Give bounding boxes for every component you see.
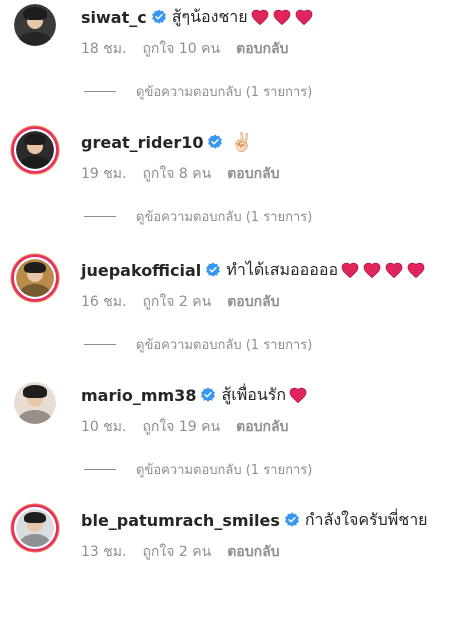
username-link[interactable]: great_rider10 [81,133,203,152]
comment-meta: 10 ชม. ถูกใจ 19 คน ตอบกลับ [81,416,304,438]
hearts-group [289,387,311,403]
hearts-group [341,262,429,278]
comment-item: juepakofficial ทำได้เสมอออออ 16 ชม. ถูกใ… [0,253,466,379]
comment-meta: 19 ชม. ถูกใจ 8 คน ตอบกลับ [81,163,296,185]
view-replies-label: ดูข้อความตอบกลับ (1 รายการ) [136,338,313,353]
red-heart-icon [273,9,291,25]
comment-likes[interactable]: ถูกใจ 2 คน [142,291,211,313]
reply-button[interactable]: ตอบกลับ [227,541,279,563]
reply-button[interactable]: ตอบกลับ [227,163,279,185]
comment-line: great_rider10 ✌🏻 [81,131,253,153]
divider [84,469,116,470]
comment-item: mario_mm38 สู้เพื่อนรัก 10 ชม. ถูกใจ 19 … [0,378,466,504]
verified-badge-icon [284,512,299,527]
comment-text: ทำได้เสมอออออ [226,259,339,279]
comment-item: ble_patumrach_smiles กำลังใจครับพี่ชาย 1… [0,503,466,629]
comment-text: สู้เพื่อนรัก [221,384,287,404]
comment-line: ble_patumrach_smiles กำลังใจครับพี่ชาย [81,509,428,531]
comment-likes[interactable]: ถูกใจ 10 คน [142,38,220,60]
view-replies-button[interactable]: ดูข้อความตอบกลับ (1 รายการ) [84,206,312,227]
red-heart-icon [363,262,381,278]
username-link[interactable]: ble_patumrach_smiles [81,511,280,530]
verified-badge-icon [201,387,216,402]
view-replies-button[interactable]: ดูข้อความตอบกลับ (1 รายการ) [84,81,312,102]
avatar[interactable] [14,4,56,46]
hearts-group [251,9,317,25]
avatar[interactable] [14,382,56,424]
reply-button[interactable]: ตอบกลับ [227,291,279,313]
view-replies-button[interactable]: ดูข้อความตอบกลับ (1 รายการ) [84,459,312,480]
view-replies-label: ดูข้อความตอบกลับ (1 รายการ) [136,463,313,478]
username-link[interactable]: juepakofficial [81,261,201,280]
comment-time: 19 ชม. [81,166,127,182]
view-replies-label: ดูข้อความตอบกลับ (1 รายการ) [136,85,313,100]
divider [84,216,116,217]
comment-likes[interactable]: ถูกใจ 8 คน [142,163,211,185]
comment-line: siwat_c สู้ๆน้องชาย [81,6,317,28]
verified-badge-icon [151,9,166,24]
divider [84,344,116,345]
comment-time: 18 ชม. [81,41,127,57]
username-link[interactable]: siwat_c [81,8,147,27]
comment-likes[interactable]: ถูกใจ 19 คน [142,416,220,438]
avatar[interactable] [14,257,56,299]
comment-text: กำลังใจครับพี่ชาย [304,509,428,529]
reply-button[interactable]: ตอบกลับ [236,416,288,438]
comment-time: 13 ชม. [81,544,127,560]
verified-badge-icon [206,262,221,277]
view-replies-button[interactable]: ดูข้อความตอบกลับ (1 รายการ) [84,334,312,355]
view-replies-label: ดูข้อความตอบกลับ (1 รายการ) [136,210,313,225]
comment-meta: 18 ชม. ถูกใจ 10 คน ตอบกลับ [81,38,304,60]
comment-time: 16 ชม. [81,294,127,310]
red-heart-icon [289,387,307,403]
victory-hand-emoji-icon: ✌🏻 [230,131,253,153]
comment-meta: 13 ชม. ถูกใจ 2 คน ตอบกลับ [81,541,296,563]
red-heart-icon [407,262,425,278]
comment-line: juepakofficial ทำได้เสมอออออ [81,259,429,281]
comment-likes[interactable]: ถูกใจ 2 คน [142,541,211,563]
red-heart-icon [385,262,403,278]
comment-time: 10 ชม. [81,419,127,435]
red-heart-icon [251,9,269,25]
comment-text: สู้ๆน้องชาย [171,6,248,26]
red-heart-icon [341,262,359,278]
red-heart-icon [295,9,313,25]
reply-button[interactable]: ตอบกลับ [236,38,288,60]
comment-item: great_rider10 ✌🏻 19 ชม. ถูกใจ 8 คน ตอบกล… [0,125,466,251]
avatar[interactable] [14,507,56,549]
verified-badge-icon [208,134,223,149]
comment-item: siwat_c สู้ๆน้องชาย 18 ชม. ถูกใจ 10 คน ต… [0,0,466,126]
divider [84,91,116,92]
comment-line: mario_mm38 สู้เพื่อนรัก [81,384,311,406]
username-link[interactable]: mario_mm38 [81,386,196,405]
comment-meta: 16 ชม. ถูกใจ 2 คน ตอบกลับ [81,291,296,313]
avatar[interactable] [14,129,56,171]
